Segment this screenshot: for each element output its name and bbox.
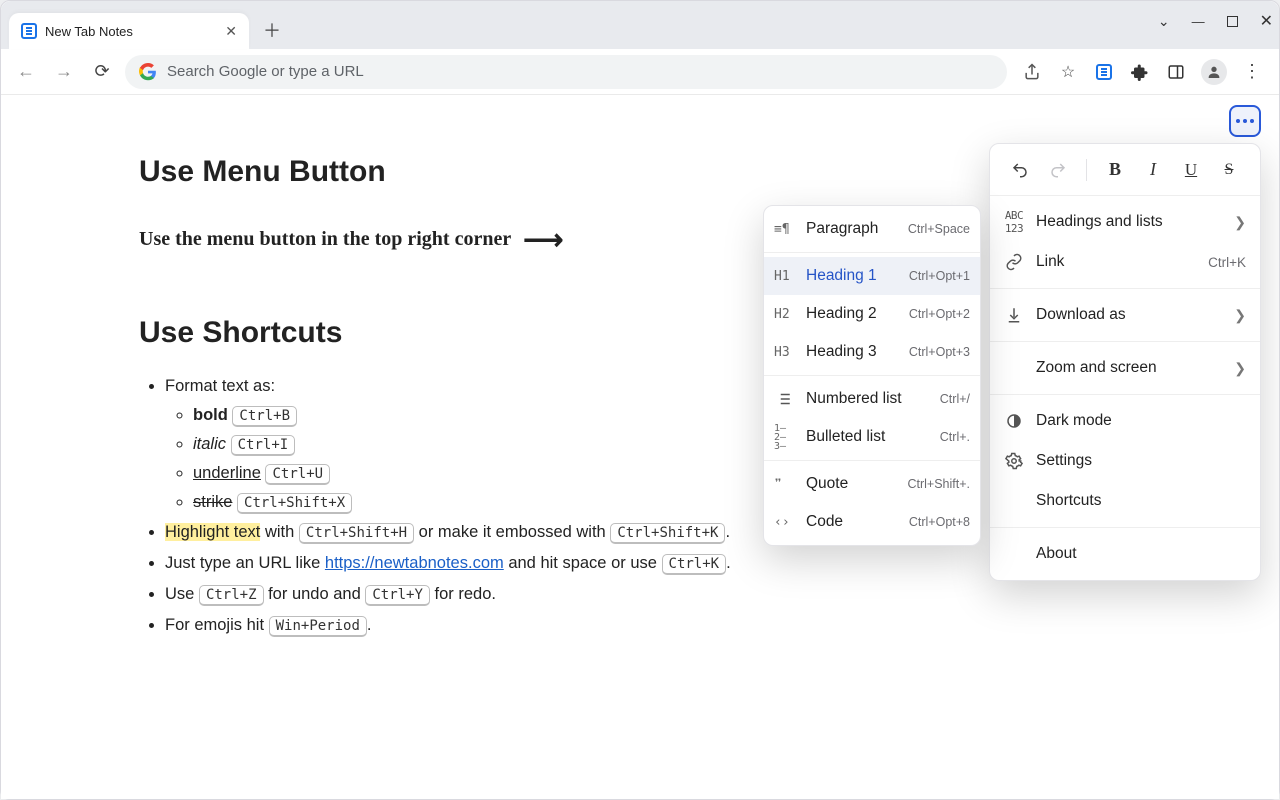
extensions-puzzle-icon[interactable] [1129, 61, 1151, 83]
omnibox[interactable]: Search Google or type a URL [125, 55, 1007, 89]
kbd-link: Ctrl+K [662, 554, 727, 575]
numbered-list-icon [774, 390, 796, 408]
headings-icon: ABC123 [1004, 212, 1024, 232]
arrow-right-icon: ⟶ [523, 223, 563, 256]
format-label: Format text as: [165, 377, 275, 395]
kbd-embossed: Ctrl+Shift+K [610, 523, 725, 544]
menu-headings-lists[interactable]: ABC123 Headings and lists ❯ [990, 202, 1260, 242]
browser-tab[interactable]: New Tab Notes ✕ [9, 13, 249, 49]
format-toolbar: B I U S [990, 144, 1260, 196]
paragraph-icon: ≡¶ [774, 222, 796, 237]
shortcut-list: Format text as: bold Ctrl+B italic Ctrl+… [139, 372, 741, 640]
bold-sample: bold [193, 406, 228, 424]
extension-newtab-icon[interactable] [1093, 61, 1115, 83]
heading-use-menu: Use Menu Button [139, 155, 741, 189]
maximize-icon[interactable] [1227, 16, 1238, 27]
browser-window: New Tab Notes ✕ ＋ ⌄ — ✕ ← → ⟳ Search Goo… [0, 0, 1280, 800]
more-horizontal-icon [1236, 119, 1254, 123]
kbd-highlight: Ctrl+Shift+H [299, 523, 414, 544]
kbd-underline: Ctrl+U [265, 464, 330, 485]
kbd-emoji: Win+Period [269, 616, 367, 637]
menu-link[interactable]: Link Ctrl+K [990, 242, 1260, 282]
undo-button[interactable] [1004, 154, 1036, 186]
menu-about[interactable]: About [990, 534, 1260, 574]
h3-icon: H3 [774, 345, 796, 360]
menu-settings[interactable]: Settings [990, 441, 1260, 481]
fmt-paragraph[interactable]: ≡¶ Paragraph Ctrl+Space [764, 210, 980, 248]
chevron-right-icon: ❯ [1234, 214, 1246, 231]
kbd-undo: Ctrl+Z [199, 585, 264, 606]
fmt-code[interactable]: ‹› Code Ctrl+Opt+8 [764, 503, 980, 541]
minimize-icon[interactable]: — [1192, 14, 1205, 29]
kbd-redo: Ctrl+Y [365, 585, 430, 606]
h2-icon: H2 [774, 307, 796, 322]
fmt-bulleted-list[interactable]: 1—2—3— Bulleted list Ctrl+. [764, 418, 980, 456]
document-body[interactable]: Use Menu Button Use the menu button in t… [1, 95, 741, 640]
fmt-heading-1[interactable]: H1 Heading 1 Ctrl+Opt+1 [764, 257, 980, 295]
format-submenu-popover: ≡¶ Paragraph Ctrl+Space H1 Heading 1 Ctr… [763, 205, 981, 546]
toolbar-actions: ☆ ⋮ [1015, 59, 1269, 85]
highlight-sample: Highlight text [165, 523, 260, 541]
chrome-menu-icon[interactable]: ⋮ [1241, 61, 1263, 83]
italic-sample: italic [193, 435, 226, 453]
kbd-bold: Ctrl+B [232, 406, 297, 427]
download-icon [1004, 305, 1024, 325]
main-menu-popover: B I U S ABC123 Headings and lists ❯ Link… [989, 143, 1261, 581]
tab-strip: New Tab Notes ✕ ＋ ⌄ — ✕ [1, 1, 1279, 49]
quote-icon: ❞ [774, 477, 796, 492]
browser-toolbar: ← → ⟳ Search Google or type a URL ☆ ⋮ [1, 49, 1279, 95]
italic-button[interactable]: I [1137, 154, 1169, 186]
redo-button[interactable] [1042, 154, 1074, 186]
app-menu-button[interactable] [1229, 105, 1261, 137]
menu-shortcuts[interactable]: Shortcuts [990, 481, 1260, 521]
fmt-quote[interactable]: ❞ Quote Ctrl+Shift+. [764, 465, 980, 503]
bookmark-star-icon[interactable]: ☆ [1057, 61, 1079, 83]
omnibox-placeholder: Search Google or type a URL [167, 63, 364, 80]
share-icon[interactable] [1021, 61, 1043, 83]
half-moon-icon [1004, 411, 1024, 431]
fmt-heading-2[interactable]: H2 Heading 2 Ctrl+Opt+2 [764, 295, 980, 333]
code-icon: ‹› [774, 515, 796, 530]
bold-button[interactable]: B [1099, 154, 1131, 186]
underline-sample: underline [193, 464, 261, 482]
gear-icon [1004, 451, 1024, 471]
fmt-heading-3[interactable]: H3 Heading 3 Ctrl+Opt+3 [764, 333, 980, 371]
bulleted-list-icon: 1—2—3— [774, 424, 796, 451]
chevron-down-icon[interactable]: ⌄ [1158, 13, 1170, 30]
sample-url-link[interactable]: https://newtabnotes.com [325, 554, 504, 572]
chevron-right-icon: ❯ [1234, 360, 1246, 377]
separator [1086, 159, 1087, 181]
tab-close-icon[interactable]: ✕ [225, 23, 237, 40]
link-icon [1004, 252, 1024, 272]
reload-button[interactable]: ⟳ [87, 57, 117, 87]
chevron-right-icon: ❯ [1234, 307, 1246, 324]
menu-zoom[interactable]: Zoom and screen ❯ [990, 348, 1260, 388]
menu-dark-mode[interactable]: Dark mode [990, 401, 1260, 441]
underline-button[interactable]: U [1175, 154, 1207, 186]
handwritten-note: Use the menu button in the top right cor… [139, 228, 511, 251]
back-button[interactable]: ← [11, 57, 41, 87]
new-tab-button[interactable]: ＋ [255, 13, 289, 47]
kbd-italic: Ctrl+I [231, 435, 296, 456]
page-content: Use Menu Button Use the menu button in t… [1, 95, 1279, 799]
tab-title: New Tab Notes [45, 24, 133, 39]
strike-sample: strike [193, 493, 232, 511]
fmt-numbered-list[interactable]: Numbered list Ctrl+/ [764, 380, 980, 418]
sidepanel-icon[interactable] [1165, 61, 1187, 83]
google-icon [139, 63, 157, 81]
close-window-icon[interactable]: ✕ [1260, 11, 1273, 31]
h1-icon: H1 [774, 269, 796, 284]
strike-button[interactable]: S [1213, 154, 1245, 186]
forward-button[interactable]: → [49, 57, 79, 87]
heading-use-shortcuts: Use Shortcuts [139, 316, 741, 350]
window-controls: ⌄ — ✕ [1158, 11, 1273, 31]
menu-download[interactable]: Download as ❯ [990, 295, 1260, 335]
profile-avatar[interactable] [1201, 59, 1227, 85]
tab-favicon [21, 23, 37, 39]
kbd-strike: Ctrl+Shift+X [237, 493, 352, 514]
